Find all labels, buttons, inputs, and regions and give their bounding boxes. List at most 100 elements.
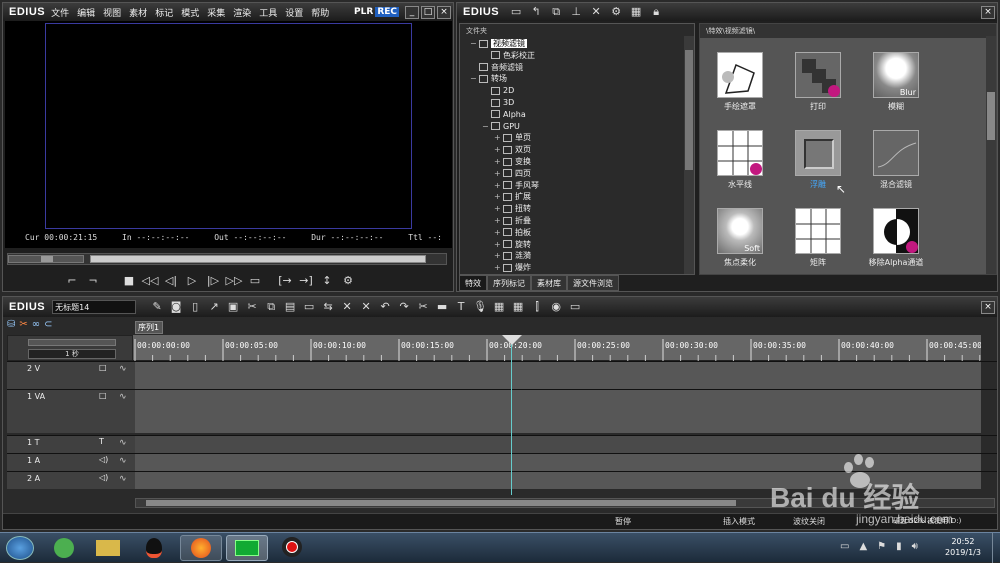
expand-icon[interactable]: + — [494, 239, 502, 251]
effect-item[interactable]: 打印 — [778, 52, 858, 112]
fast-forward-icon[interactable]: ▷▷ — [225, 274, 243, 288]
app-icon-firefox[interactable] — [180, 535, 222, 561]
link-icon[interactable]: ▬ — [433, 300, 451, 314]
set-out-icon[interactable]: ¬ — [84, 274, 102, 288]
tree-item[interactable]: + 四页 — [494, 168, 531, 180]
color-icon[interactable]: ◉ — [547, 300, 565, 314]
effect-item[interactable]: 浮雕 — [778, 130, 858, 190]
mode-icon-1[interactable]: ⛁ — [7, 319, 15, 333]
expand-icon[interactable]: + — [494, 180, 502, 192]
add-cut-icon[interactable]: ✂ — [414, 300, 432, 314]
expand-icon[interactable]: + — [494, 227, 502, 239]
new-project-icon[interactable]: ▯ — [186, 300, 204, 314]
effects-scroll-thumb[interactable] — [987, 92, 995, 140]
tree-scroll-thumb[interactable] — [685, 50, 693, 170]
tree-item[interactable]: 色彩校正 — [482, 50, 535, 62]
track-header[interactable]: 2 V □ ∿ — [7, 362, 137, 389]
zoom-slider[interactable] — [28, 339, 116, 346]
playhead-marker[interactable] — [502, 335, 522, 345]
microphone-icon[interactable]: 🎙︎ — [471, 300, 489, 314]
app-icon-edius[interactable] — [226, 535, 268, 561]
timeline-hscroll-thumb[interactable] — [146, 500, 736, 506]
menu-item[interactable]: 文件 — [51, 6, 69, 19]
tree-item[interactable]: 2D — [482, 85, 514, 97]
undo-icon[interactable]: ↶ — [376, 300, 394, 314]
waveform-icon[interactable]: ∿ — [119, 392, 127, 402]
minimize-button[interactable]: _ — [405, 5, 419, 19]
menu-item[interactable]: 帮助 — [311, 6, 329, 19]
app-icon-360[interactable] — [46, 536, 82, 561]
view-icon[interactable]: ▦ — [627, 5, 645, 19]
player-scrub-bar[interactable] — [7, 253, 447, 265]
track-content[interactable] — [135, 390, 981, 433]
jog-slider[interactable] — [8, 255, 84, 263]
tree-item[interactable]: + 拍板 — [494, 227, 531, 239]
menu-item[interactable]: 渲染 — [233, 6, 251, 19]
delete-clip-icon[interactable]: ✕ — [357, 300, 375, 314]
title-track-icon[interactable]: T — [99, 437, 104, 446]
replace-icon[interactable]: ↕ — [318, 274, 336, 288]
volume-icon[interactable]: 🔊︎ — [912, 541, 918, 552]
jog-handle[interactable] — [41, 256, 53, 262]
expand-icon[interactable]: − — [482, 121, 490, 133]
properties-icon[interactable]: ⚙ — [607, 5, 625, 19]
tree-item[interactable]: + 涟漪 — [494, 250, 531, 262]
palette-tab[interactable]: 特效 — [459, 275, 487, 291]
track-content[interactable] — [135, 362, 981, 389]
overwrite-icon[interactable]: →] — [297, 274, 315, 288]
expand-icon[interactable]: + — [494, 215, 502, 227]
status-ripple[interactable]: 波纹关闭 — [793, 516, 825, 527]
expand-icon[interactable]: + — [494, 168, 502, 180]
tree-item[interactable]: + 扭转 — [494, 203, 531, 215]
speaker-icon[interactable]: ◁) — [99, 473, 108, 482]
app-icon-qq[interactable] — [136, 536, 172, 561]
timeline-close-button[interactable]: × — [981, 300, 995, 314]
tree-item[interactable]: + 单页 — [494, 132, 531, 144]
effect-item[interactable]: 混合滤镜 — [856, 130, 936, 190]
scale-select[interactable]: 1 秒 — [28, 349, 116, 359]
mode-icon-4[interactable]: ⊂ — [44, 319, 52, 333]
network-icon[interactable]: ▭ — [840, 541, 849, 552]
step-back-icon[interactable]: ◁| — [162, 274, 180, 288]
open-project-icon[interactable]: ↗ — [205, 300, 223, 314]
position-track[interactable] — [90, 255, 426, 263]
menu-item[interactable]: 编辑 — [77, 6, 95, 19]
track-header[interactable]: 1 A ◁) ∿ — [7, 454, 137, 471]
sequence-tab[interactable]: 序列1 — [135, 321, 163, 334]
expand-icon[interactable]: + — [494, 250, 502, 262]
paste-insert-icon[interactable]: ▭ — [300, 300, 318, 314]
track-content[interactable] — [135, 472, 981, 489]
title-icon[interactable]: T — [452, 300, 470, 314]
tree-item[interactable]: 音频滤镜 — [470, 62, 523, 74]
effect-item[interactable]: Soft 焦点柔化 — [700, 208, 780, 268]
tree-item[interactable]: + 折叠 — [494, 215, 531, 227]
grid-icon[interactable]: ▦ — [509, 300, 527, 314]
tree-item[interactable]: + 旋转 — [494, 239, 531, 251]
palette-tab[interactable]: 源文件浏览 — [567, 275, 619, 291]
camera-icon[interactable]: ◙ — [167, 300, 185, 314]
mode-icon-3[interactable]: ∞ — [32, 319, 40, 333]
paste-icon[interactable]: ▤ — [281, 300, 299, 314]
video-track-icon[interactable]: □ — [99, 391, 107, 400]
effect-item[interactable]: 移除Alpha通道 — [856, 208, 936, 268]
new-sequence-icon[interactable]: ✎ — [148, 300, 166, 314]
step-forward-icon[interactable]: |▷ — [204, 274, 222, 288]
menu-item[interactable]: 标记 — [155, 6, 173, 19]
folder-icon[interactable]: ▭ — [507, 5, 525, 19]
copy-icon[interactable]: ⧉ — [547, 5, 565, 19]
close-button[interactable]: × — [437, 5, 451, 19]
output-icon[interactable]: ▭ — [246, 274, 264, 288]
expand-icon[interactable]: + — [494, 144, 502, 156]
cut-icon[interactable]: ✂ — [243, 300, 261, 314]
set-in-icon[interactable]: ⌐ — [63, 274, 81, 288]
tree-item[interactable]: Alpha — [482, 109, 526, 121]
copy-clip-icon[interactable]: ⧉ — [262, 300, 280, 314]
render-icon[interactable]: ▦ — [490, 300, 508, 314]
arrow-up-icon[interactable]: ▲ — [859, 541, 867, 552]
expand-icon[interactable]: + — [494, 262, 502, 274]
status-insert-mode[interactable]: 插入模式 — [723, 516, 755, 527]
timeline-ruler[interactable]: 00:00:00:00 00:00:05:00 00:00:10:00 00:00:1… — [133, 335, 998, 361]
menu-item[interactable]: 视图 — [103, 6, 121, 19]
expand-icon[interactable]: + — [494, 156, 502, 168]
plr-toggle[interactable]: PLR — [352, 7, 375, 17]
